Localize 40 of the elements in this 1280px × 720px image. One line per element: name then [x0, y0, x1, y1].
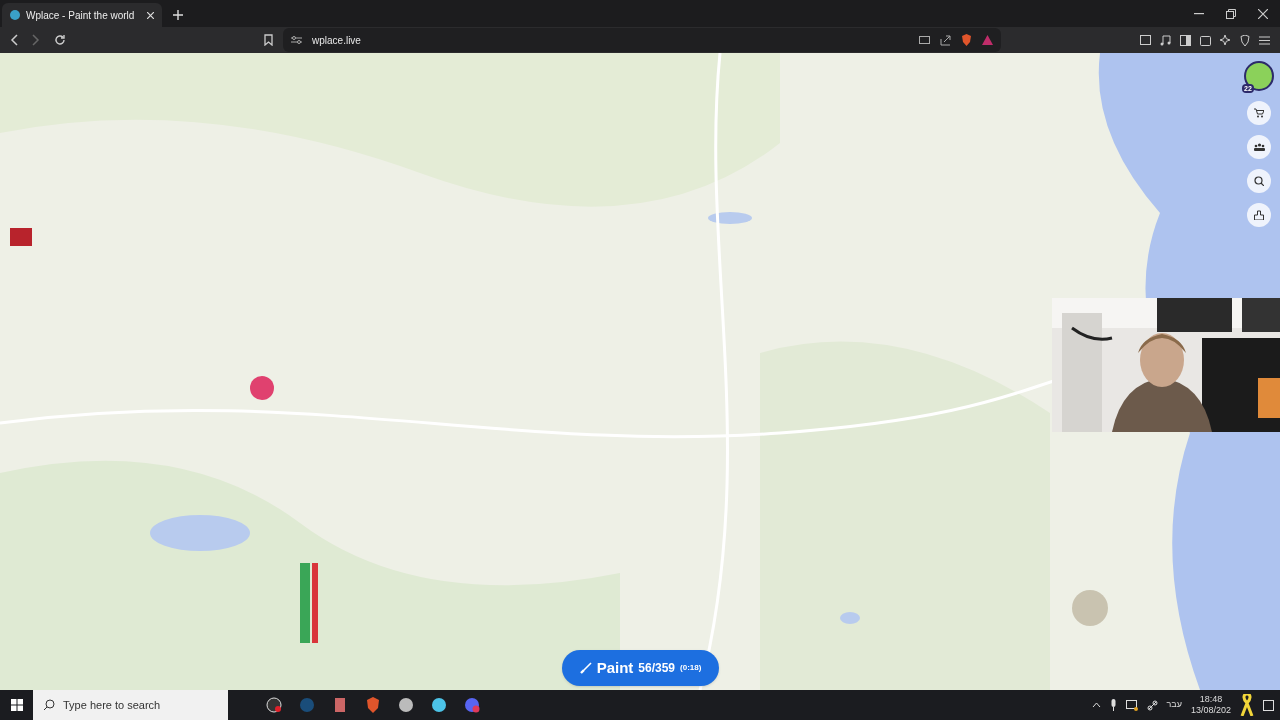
sparkle-icon[interactable] [1220, 34, 1231, 46]
microphone-icon[interactable] [1109, 699, 1117, 711]
clock-date[interactable]: 13/08/202 [1190, 705, 1231, 716]
plus-icon [173, 10, 183, 20]
windows-start-icon[interactable] [11, 699, 23, 711]
app-icon[interactable] [398, 697, 414, 713]
restore-icon[interactable] [1226, 8, 1236, 19]
language-indicator[interactable]: עבר [1166, 698, 1182, 712]
globe-icon [10, 10, 20, 20]
link-icon[interactable] [1146, 699, 1158, 711]
taskbar-search-field[interactable]: Type here to search [33, 690, 228, 720]
forward-icon[interactable] [32, 34, 40, 46]
sidebar-icon[interactable] [1180, 34, 1191, 46]
ribbon-icon [1240, 694, 1254, 716]
recording-app-icon[interactable] [266, 697, 282, 713]
chat-app-icon[interactable] [464, 697, 480, 713]
chevron-up-icon[interactable] [1091, 702, 1101, 708]
reload-icon[interactable] [54, 34, 66, 46]
site-settings-icon[interactable] [291, 35, 302, 45]
browser-tab[interactable]: Wplace - Paint the world [2, 3, 162, 27]
display-icon[interactable] [1125, 699, 1138, 711]
tab-title: Wplace - Paint the world [26, 8, 135, 23]
shield-icon[interactable] [365, 697, 381, 713]
app-icon[interactable] [431, 697, 447, 713]
close-icon[interactable] [1258, 8, 1268, 19]
address-bar[interactable]: wplace.live [283, 28, 1001, 52]
url-text: wplace.live [312, 33, 361, 48]
minimize-icon[interactable] [1194, 12, 1204, 15]
triangle-icon[interactable] [982, 35, 993, 45]
bookmark-icon[interactable] [264, 34, 273, 46]
shield-icon[interactable] [1240, 34, 1250, 46]
menu-icon[interactable] [1259, 35, 1270, 45]
music-note-icon[interactable] [1160, 34, 1171, 46]
search-icon [43, 699, 55, 711]
share-icon[interactable] [940, 34, 951, 46]
close-icon[interactable] [147, 11, 154, 19]
app-icon[interactable] [332, 697, 348, 713]
clock-time[interactable]: 18:48 [1199, 694, 1223, 705]
back-icon[interactable] [10, 34, 18, 46]
shield-icon[interactable] [961, 34, 972, 46]
